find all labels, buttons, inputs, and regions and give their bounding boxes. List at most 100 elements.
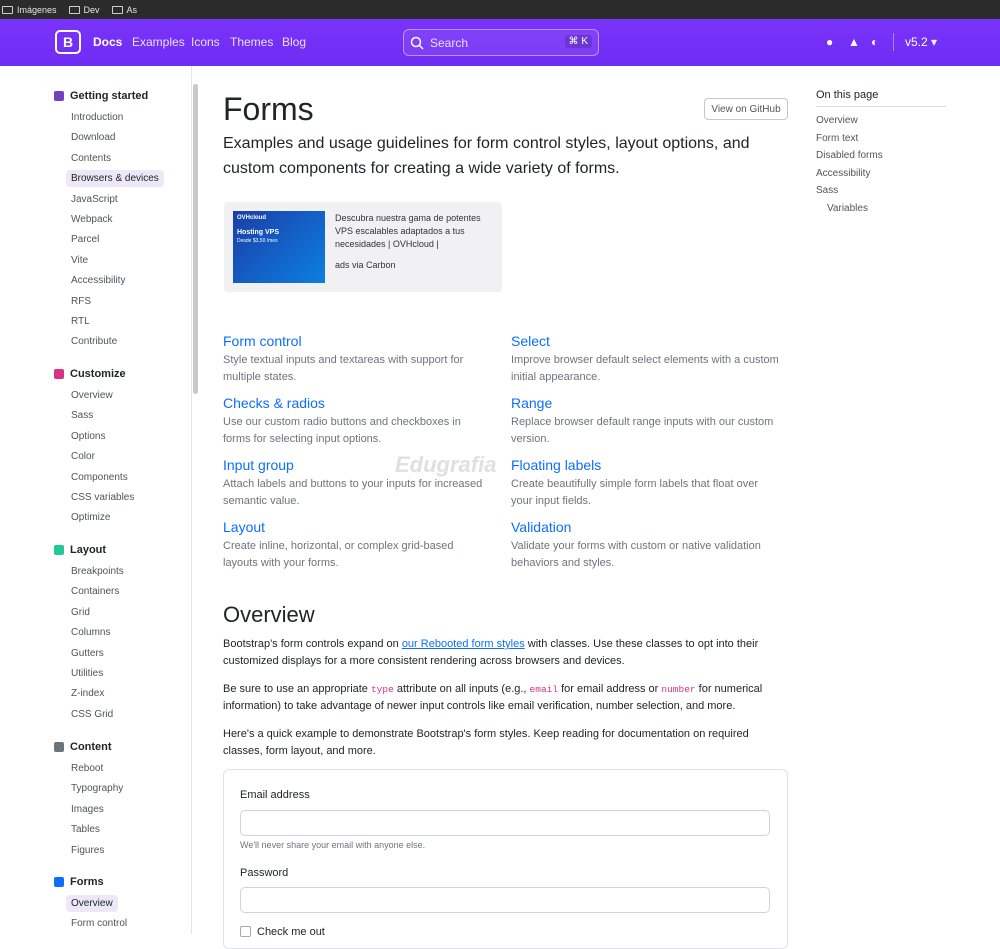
sidebar-item-columns[interactable]: Columns <box>66 624 115 641</box>
card-link[interactable]: Input group <box>223 457 491 473</box>
card-validation: Validation Validate your forms with custo… <box>511 519 779 572</box>
sidebar-group-label: Forms <box>70 876 104 888</box>
sidebar-group-label: Getting started <box>70 90 149 102</box>
sidebar-item-overview[interactable]: Overview <box>66 387 118 404</box>
toc-item-sass[interactable]: Sass <box>816 185 838 196</box>
password-input[interactable] <box>240 887 770 913</box>
page-lead: Examples and usage guidelines for form c… <box>223 135 750 177</box>
card-select: Select Improve browser default select ele… <box>511 333 779 386</box>
sidebar-item-options[interactable]: Options <box>66 428 110 445</box>
sidebar-group-icon <box>54 369 64 379</box>
sidebar-item-introduction[interactable]: Introduction <box>66 109 128 126</box>
nav-docs[interactable]: Docs <box>93 35 122 49</box>
sidebar-scrollbar[interactable] <box>193 84 198 394</box>
sidebar-item-breakpoints[interactable]: Breakpoints <box>66 563 129 580</box>
bookmarks-bar: Imágenes Dev As <box>0 0 1000 19</box>
sidebar-item-tables[interactable]: Tables <box>66 821 105 838</box>
card-link[interactable]: Validation <box>511 519 779 535</box>
sidebar-item-gutters[interactable]: Gutters <box>66 645 109 662</box>
card-description: Validate your forms with custom or nativ… <box>511 540 761 569</box>
sidebar-item-form-control[interactable]: Form control <box>66 915 132 932</box>
sidebar-item-download[interactable]: Download <box>66 129 120 146</box>
folder-icon <box>111 5 123 14</box>
nav-divider <box>893 33 894 51</box>
sidebar-group-label: Customize <box>70 368 126 380</box>
search-icon <box>410 36 424 50</box>
rebooted-forms-link[interactable]: our Rebooted form styles <box>402 638 525 650</box>
nav-themes[interactable]: Themes <box>230 35 273 49</box>
toc-item-disabled-forms[interactable]: Disabled forms <box>816 150 883 161</box>
sidebar-item-grid[interactable]: Grid <box>66 604 95 621</box>
sidebar-item-figures[interactable]: Figures <box>66 842 109 859</box>
password-label: Password <box>240 867 289 879</box>
sidebar-item-vite[interactable]: Vite <box>66 252 93 269</box>
github-icon[interactable]: ● <box>826 35 833 49</box>
nav-examples[interactable]: Examples <box>132 35 185 49</box>
ad-image-line2: Desde $3,50 /mes <box>237 238 278 244</box>
card-floating-labels: Floating labels Create beautifully simple… <box>511 457 779 510</box>
opencollective-icon[interactable]: ◐ <box>871 35 878 49</box>
sidebar-group-forms: Forms <box>54 876 104 888</box>
ad-image[interactable]: OVHcloud Hosting VPS Desde $3,50 /mes <box>233 211 325 283</box>
check-me-out-checkbox[interactable] <box>240 926 251 937</box>
toc-item-overview[interactable]: Overview <box>816 115 858 126</box>
card-checks-radios: Checks & radios Use our custom radio butt… <box>223 395 491 448</box>
sidebar-item-reboot[interactable]: Reboot <box>66 760 108 777</box>
sidebar-item-css-variables[interactable]: CSS variables <box>66 489 139 506</box>
ad-via[interactable]: ads via Carbon <box>335 260 396 270</box>
sidebar-item-rtl[interactable]: RTL <box>66 313 95 330</box>
sidebar-item-accessibility[interactable]: Accessibility <box>66 272 130 289</box>
sidebar-item-javascript[interactable]: JavaScript <box>66 191 123 208</box>
sidebar-item-browsers-devices[interactable]: Browsers & devices <box>66 170 164 188</box>
sidebar-item-css-grid[interactable]: CSS Grid <box>66 706 118 723</box>
sidebar-item-typography[interactable]: Typography <box>66 780 128 797</box>
card-layout: Layout Create inline, horizontal, or comp… <box>223 519 491 572</box>
nav-blog[interactable]: Blog <box>282 35 306 49</box>
carbon-ad[interactable]: OVHcloud Hosting VPS Desde $3,50 /mes De… <box>224 202 502 292</box>
top-navbar: B Docs Examples Icons Themes Blog Search… <box>0 19 1000 66</box>
nav-icons[interactable]: Icons <box>191 35 220 49</box>
version-dropdown[interactable]: v5.2 ▾ <box>905 35 937 49</box>
email-help-text: We'll never share your email with anyone… <box>240 840 426 850</box>
sidebar-item-contents[interactable]: Contents <box>66 150 116 167</box>
sidebar-item-z-index[interactable]: Z-index <box>66 685 109 702</box>
search-button[interactable]: Search ⌘ K <box>403 29 599 56</box>
sidebar-item-containers[interactable]: Containers <box>66 583 124 600</box>
sidebar-item-sass[interactable]: Sass <box>66 407 98 424</box>
toc-item-accessibility[interactable]: Accessibility <box>816 168 870 179</box>
sidebar-group-getting-started: Getting started <box>54 90 148 102</box>
card-link[interactable]: Select <box>511 333 779 349</box>
code-type: type <box>370 684 394 695</box>
email-input[interactable] <box>240 810 770 836</box>
card-description: Improve browser default select elements … <box>511 354 779 383</box>
check-me-out-label: Check me out <box>257 926 325 938</box>
twitter-icon[interactable]: ▲ <box>848 35 860 49</box>
card-form-control: Form control Style textual inputs and tex… <box>223 333 491 386</box>
bookmark-as[interactable]: As <box>111 5 137 15</box>
card-link[interactable]: Form control <box>223 333 491 349</box>
toc-item-variables[interactable]: Variables <box>827 203 868 214</box>
toc-item-form-text[interactable]: Form text <box>816 133 858 144</box>
bootstrap-logo[interactable]: B <box>55 30 81 54</box>
ad-image-brand: OVHcloud <box>237 215 267 221</box>
sidebar-item-components[interactable]: Components <box>66 469 133 486</box>
p2-text-b: attribute on all inputs (e.g., <box>393 683 530 695</box>
sidebar-item-rfs[interactable]: RFS <box>66 293 96 310</box>
sidebar-item-parcel[interactable]: Parcel <box>66 231 104 248</box>
card-link[interactable]: Layout <box>223 519 491 535</box>
bookmark-imagenes[interactable]: Imágenes <box>2 5 57 15</box>
view-on-github-button[interactable]: View on GitHub <box>704 98 788 120</box>
sidebar-item-images[interactable]: Images <box>66 801 109 818</box>
card-link[interactable]: Checks & radios <box>223 395 491 411</box>
sidebar-group-label: Layout <box>70 544 107 556</box>
bookmark-dev[interactable]: Dev <box>68 5 100 15</box>
sidebar-item-overview[interactable]: Overview <box>66 895 118 912</box>
ad-text[interactable]: Descubra nuestra gama de potentes VPS es… <box>335 212 495 251</box>
card-link[interactable]: Range <box>511 395 779 411</box>
sidebar-item-contribute[interactable]: Contribute <box>66 333 122 350</box>
sidebar-item-color[interactable]: Color <box>66 448 100 465</box>
card-link[interactable]: Floating labels <box>511 457 779 473</box>
sidebar-item-webpack[interactable]: Webpack <box>66 211 118 228</box>
sidebar-item-utilities[interactable]: Utilities <box>66 665 108 682</box>
sidebar-item-optimize[interactable]: Optimize <box>66 509 115 526</box>
